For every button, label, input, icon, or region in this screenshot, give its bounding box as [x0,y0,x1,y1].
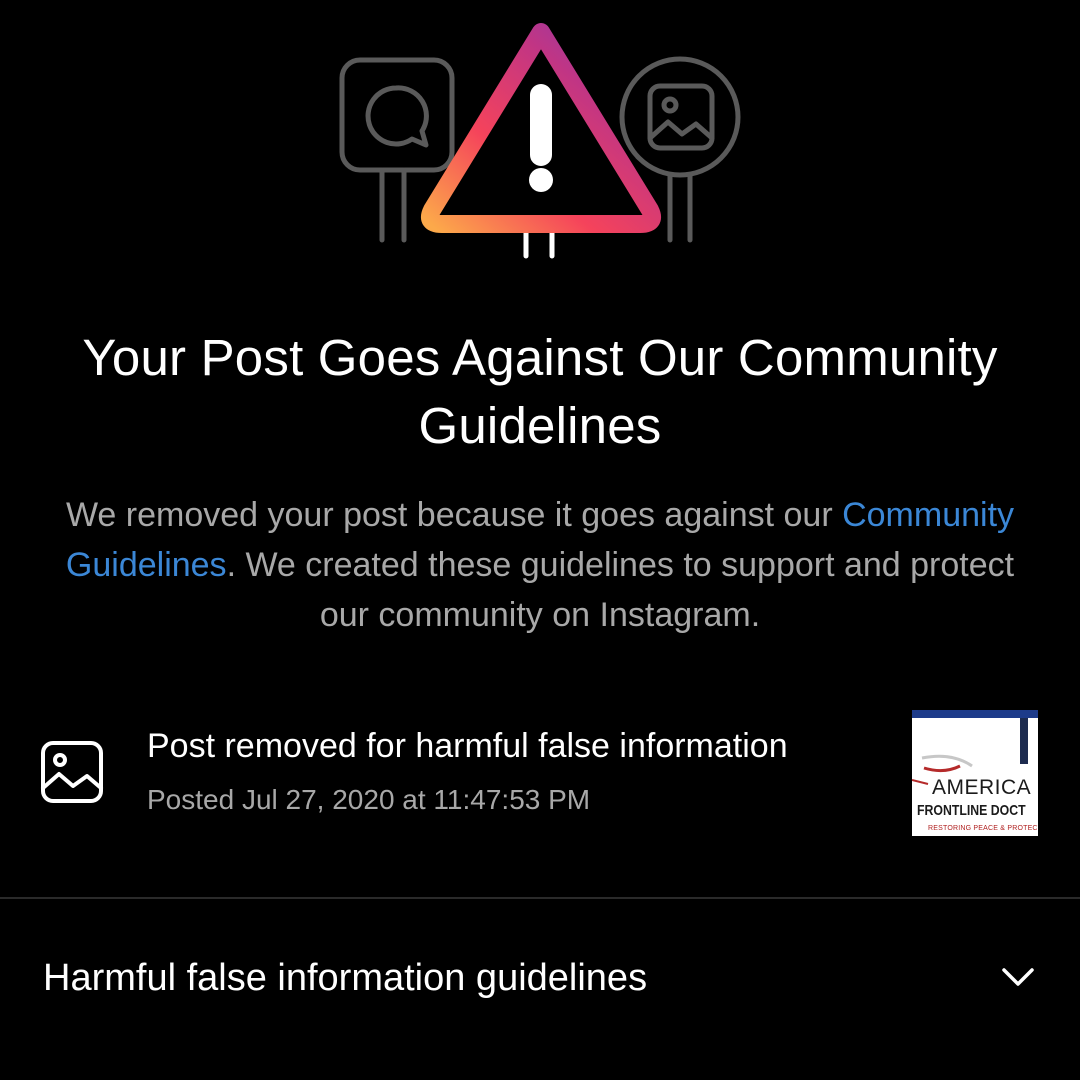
thumbnail-line-1: AMERICA [932,776,1032,799]
removal-reason: Post removed for harmful false informati… [147,727,788,765]
divider [0,897,1080,899]
thumbnail-line-3: RESTORING PEACE & PROTECTING FR [928,825,1038,832]
chevron-down-icon[interactable] [998,960,1038,994]
description: We removed your post because it goes aga… [40,490,1040,640]
thumbnail-line-2: FRONTLINE DOCT [917,802,1026,819]
description-text: We removed your post because it goes aga… [65,496,843,534]
hero-illustration [339,23,741,259]
photo-icon [41,741,103,803]
warning-triangle-icon [421,23,661,259]
page-title: Your Post Goes Against Our Community Gui… [82,329,998,454]
guidelines-accordion[interactable]: Harmful false information guidelines [0,900,1080,1060]
guidelines-label: Harmful false information guidelines [43,957,648,999]
posted-timestamp: Posted Jul 27, 2020 at 11:47:53 PM [147,784,591,815]
thumbnail-banner [912,710,1038,718]
description-text-end: . We created these guidelines to support… [226,546,1015,634]
post-thumbnail[interactable]: AMERICA FRONTLINE DOCT RESTORING PEACE &… [912,710,1038,836]
removed-post-row: Post removed for harmful false informati… [0,700,1080,850]
